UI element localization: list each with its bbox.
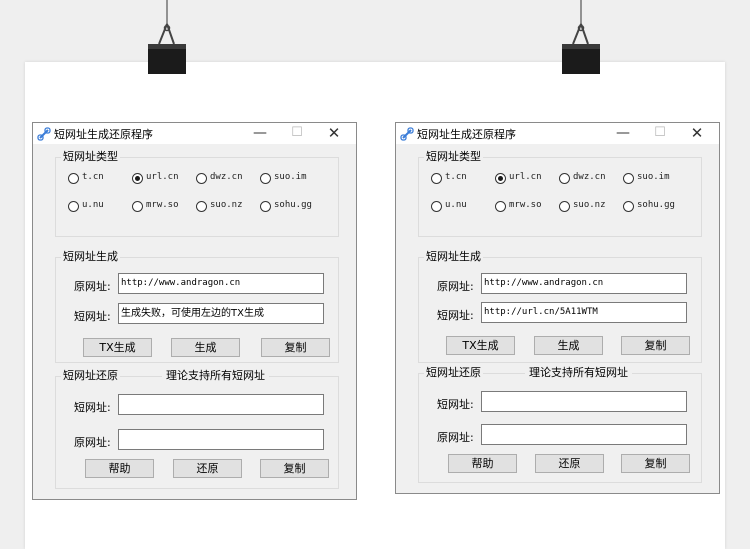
radio-circle[interactable] — [623, 173, 634, 184]
title-bar[interactable]: 短网址生成还原程序 — ☐ ✕ — [33, 123, 356, 144]
restore-original-url-input[interactable] — [118, 429, 324, 450]
support-note: 理论支持所有短网址 — [162, 369, 269, 383]
copy-button[interactable]: 复制 — [260, 459, 329, 478]
radio-circle[interactable] — [559, 201, 570, 212]
copy-button[interactable]: 复制 — [261, 338, 330, 357]
radio-label: sohu.gg — [274, 200, 312, 210]
short-url-input[interactable]: http://url.cn/5A11WTM — [481, 302, 687, 323]
help-button[interactable]: 帮助 — [85, 459, 154, 478]
radio-label: dwz.cn — [573, 172, 606, 182]
radio-circle-selected[interactable] — [132, 173, 143, 184]
tx-generate-button[interactable]: TX生成 — [83, 338, 152, 357]
radio-label: suo.nz — [210, 200, 243, 210]
radio-label: t.cn — [82, 172, 104, 182]
short-url-label: 短网址: — [437, 398, 474, 411]
restore-original-url-input[interactable] — [481, 424, 687, 445]
binder-clip-right — [561, 0, 601, 76]
short-url-generate-group: 短网址生成 原网址: http://www.andragon.cn 短网址: h… — [418, 250, 702, 363]
radio-label: mrw.so — [146, 200, 179, 210]
window-title: 短网址生成还原程序 — [54, 128, 153, 141]
original-url-label: 原网址: — [74, 280, 111, 293]
radio-label: url.cn — [509, 172, 542, 182]
radio-circle[interactable] — [495, 201, 506, 212]
radio-label: dwz.cn — [210, 172, 243, 182]
close-button[interactable]: ✕ — [681, 123, 713, 144]
restore-button[interactable]: 还原 — [535, 454, 604, 473]
window-title: 短网址生成还原程序 — [417, 128, 516, 141]
restore-button[interactable]: 还原 — [173, 459, 242, 478]
radio-circle[interactable] — [559, 173, 570, 184]
maximize-button[interactable]: ☐ — [281, 123, 313, 144]
radio-circle[interactable] — [196, 201, 207, 212]
short-url-input[interactable]: 生成失败，可使用左边的TX生成 — [118, 303, 324, 324]
short-url-label: 短网址: — [437, 309, 474, 322]
copy-button[interactable]: 复制 — [621, 336, 690, 355]
minimize-button[interactable]: — — [607, 123, 639, 144]
original-url-label: 原网址: — [437, 280, 474, 293]
radio-label: suo.im — [274, 172, 307, 182]
radio-circle[interactable] — [68, 201, 79, 212]
radio-circle-selected[interactable] — [495, 173, 506, 184]
app-window-1: 短网址生成还原程序 — ☐ ✕ 短网址类型 t.cn url.cn dwz.cn… — [32, 122, 357, 500]
radio-circle[interactable] — [260, 201, 271, 212]
group-legend: 短网址类型 — [424, 150, 483, 164]
maximize-button[interactable]: ☐ — [644, 123, 676, 144]
group-legend: 短网址生成 — [61, 250, 120, 264]
restore-short-url-input[interactable] — [118, 394, 324, 415]
restore-short-url-input[interactable] — [481, 391, 687, 412]
radio-label: sohu.gg — [637, 200, 675, 210]
short-url-label: 短网址: — [74, 401, 111, 414]
radio-circle[interactable] — [431, 201, 442, 212]
binder-clip-left — [146, 0, 186, 76]
radio-circle[interactable] — [68, 173, 79, 184]
generate-button[interactable]: 生成 — [171, 338, 240, 357]
short-url-restore-group: 短网址还原 理论支持所有短网址 短网址: 原网址: 帮助 还原 复制 — [418, 366, 702, 483]
radio-label: suo.nz — [573, 200, 606, 210]
radio-circle[interactable] — [260, 173, 271, 184]
original-url-label: 原网址: — [437, 431, 474, 444]
short-url-label: 短网址: — [74, 310, 111, 323]
link-icon — [400, 126, 414, 141]
title-bar[interactable]: 短网址生成还原程序 — ☐ ✕ — [396, 123, 719, 144]
app-window-2: 短网址生成还原程序 — ☐ ✕ 短网址类型 t.cn url.cn dwz.cn… — [395, 122, 720, 494]
close-button[interactable]: ✕ — [318, 123, 350, 144]
copy-button[interactable]: 复制 — [621, 454, 690, 473]
radio-label: mrw.so — [509, 200, 542, 210]
radio-label: suo.im — [637, 172, 670, 182]
minimize-button[interactable]: — — [244, 123, 276, 144]
short-url-type-group: 短网址类型 t.cn url.cn dwz.cn suo.im u.nu mrw… — [55, 150, 339, 237]
short-url-restore-group: 短网址还原 理论支持所有短网址 短网址: 原网址: 帮助 还原 复制 — [55, 369, 339, 489]
tx-generate-button[interactable]: TX生成 — [446, 336, 515, 355]
short-url-generate-group: 短网址生成 原网址: http://www.andragon.cn 短网址: 生… — [55, 250, 339, 363]
radio-label: u.nu — [445, 200, 467, 210]
help-button[interactable]: 帮助 — [448, 454, 517, 473]
original-url-input[interactable]: http://www.andragon.cn — [481, 273, 687, 294]
group-legend: 短网址生成 — [424, 250, 483, 264]
original-url-input[interactable]: http://www.andragon.cn — [118, 273, 324, 294]
group-legend: 短网址还原 — [61, 369, 120, 383]
radio-label: url.cn — [146, 172, 179, 182]
radio-circle[interactable] — [431, 173, 442, 184]
link-icon — [37, 126, 51, 141]
group-legend: 短网址类型 — [61, 150, 120, 164]
radio-label: u.nu — [82, 200, 104, 210]
radio-circle[interactable] — [132, 201, 143, 212]
generate-button[interactable]: 生成 — [534, 336, 603, 355]
radio-label: t.cn — [445, 172, 467, 182]
original-url-label: 原网址: — [74, 436, 111, 449]
group-legend: 短网址还原 — [424, 366, 483, 380]
short-url-type-group: 短网址类型 t.cn url.cn dwz.cn suo.im u.nu mrw… — [418, 150, 702, 237]
radio-circle[interactable] — [623, 201, 634, 212]
radio-circle[interactable] — [196, 173, 207, 184]
support-note: 理论支持所有短网址 — [525, 366, 632, 380]
